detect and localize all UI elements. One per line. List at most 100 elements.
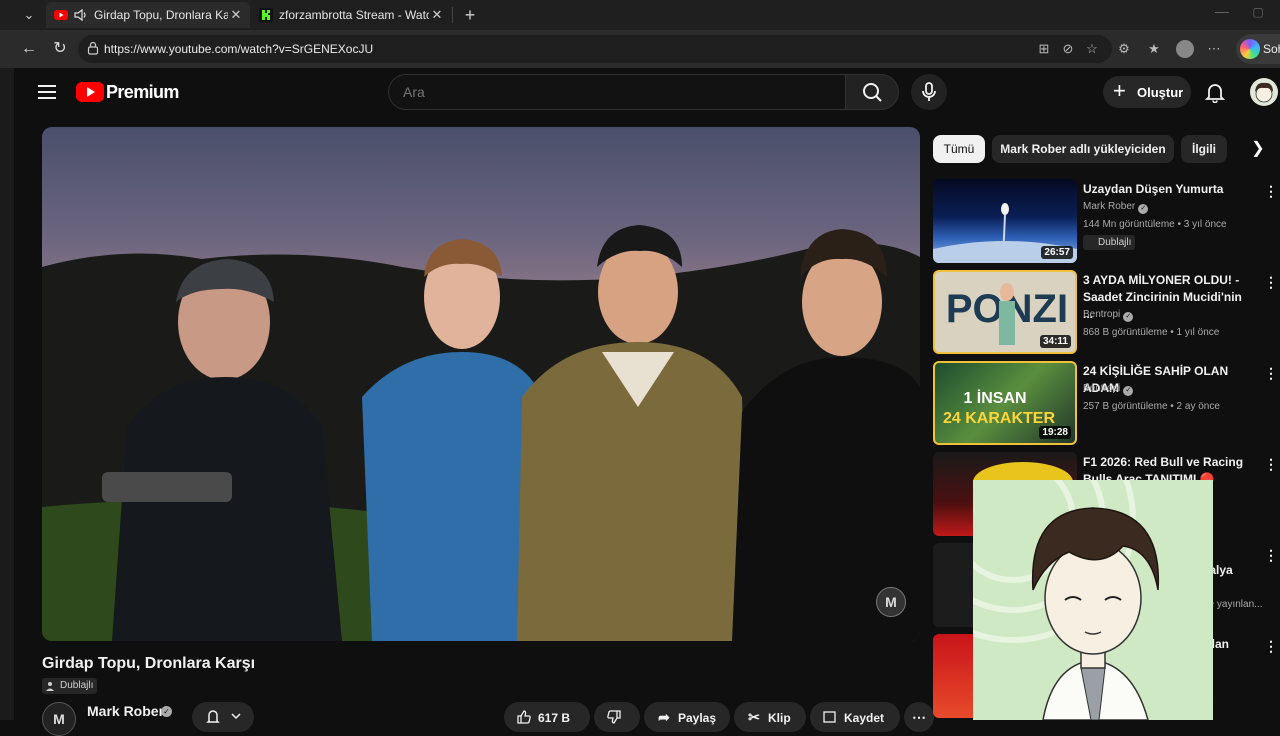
verified-check-icon: ✓: [1123, 386, 1134, 396]
search-input[interactable]: [403, 84, 823, 100]
dubbed-label: Dublajlı: [1098, 237, 1132, 248]
chip-scroll-right-icon[interactable]: ❯: [1248, 139, 1268, 159]
channel-name[interactable]: Mark Rober: [87, 703, 164, 719]
more-menu-icon[interactable]: ⋯: [1206, 41, 1222, 57]
tab-title: Girdap Topu, Dronlara Karşı -: [94, 8, 228, 22]
tracking-prevention-icon[interactable]: ⊘: [1060, 41, 1076, 57]
save-label: Kaydet: [844, 711, 885, 725]
tab-divider: [452, 7, 453, 23]
dubbed-badge: Dublajlı: [42, 678, 98, 694]
masthead: Premium + Oluştur: [14, 68, 1280, 118]
tab-actions-chevron-icon[interactable]: ⌄: [20, 7, 38, 23]
create-button[interactable]: + Oluştur: [1103, 76, 1191, 108]
account-avatar[interactable]: [1250, 78, 1278, 106]
video-thumbnail[interactable]: PONZI 34:11: [933, 270, 1077, 354]
channel-row: M Mark Rober ✓ 617 B ➦ Paylaş ✂ Klip Kay…: [42, 700, 934, 736]
refresh-icon[interactable]: ↻: [51, 40, 69, 58]
tab-close-icon[interactable]: ✕: [429, 7, 445, 23]
lock-icon: [86, 41, 100, 55]
chip-all[interactable]: Tümü: [933, 135, 985, 163]
rec-channel-name: Mark Rober: [1083, 201, 1136, 212]
address-bar: ← ↻ https://www.youtube.com/watch?v=SrGE…: [0, 30, 1280, 68]
channel-watermark-icon[interactable]: M: [876, 587, 906, 617]
more-actions-button[interactable]: ⋯: [904, 702, 934, 732]
chip-related[interactable]: İlgili: [1181, 135, 1227, 163]
video-thumbnail[interactable]: 1 İNSAN 24 KARAKTER 19:28: [933, 361, 1077, 445]
video-player[interactable]: M: [42, 127, 920, 641]
chip-from-uploader[interactable]: Mark Rober adlı yükleyiciden: [992, 135, 1174, 163]
copilot-button[interactable]: Soh: [1236, 34, 1280, 64]
more-vertical-icon[interactable]: ⋮: [1264, 183, 1278, 199]
more-vertical-icon[interactable]: ⋮: [1264, 547, 1278, 563]
maximize-icon[interactable]: ▢: [1251, 5, 1265, 19]
url-text: https://www.youtube.com/watch?v=SrGENEXo…: [104, 42, 374, 56]
extensions-icon[interactable]: ⚙: [1116, 41, 1132, 57]
back-arrow-icon[interactable]: ←: [20, 40, 38, 58]
favorites-list-icon[interactable]: ★: [1146, 41, 1162, 57]
rec-channel[interactable]: Bentropi ✓: [1083, 383, 1134, 396]
url-field[interactable]: https://www.youtube.com/watch?v=SrGENEXo…: [78, 35, 1112, 63]
recommendation-item[interactable]: 1 İNSAN 24 KARAKTER 19:28 24 KİŞİLİĞE SA…: [933, 361, 1278, 447]
more-vertical-icon[interactable]: ⋮: [1264, 365, 1278, 381]
voice-search-button[interactable]: [911, 74, 947, 110]
duration-badge: 26:57: [1041, 246, 1073, 259]
save-button[interactable]: Kaydet: [810, 702, 900, 732]
scissors-icon: ✂: [748, 709, 760, 725]
youtube-favicon-icon: [54, 8, 68, 22]
copilot-label: Soh: [1263, 42, 1280, 56]
thumb-text-1: 1 İNSAN: [963, 389, 1026, 407]
clip-button[interactable]: ✂ Klip: [734, 702, 806, 732]
thumbs-down-icon: [606, 709, 622, 725]
duration-badge: 34:11: [1039, 335, 1071, 348]
favorite-star-icon[interactable]: ☆: [1084, 41, 1100, 57]
plus-icon: +: [1113, 78, 1126, 103]
subscribed-bell-button[interactable]: [192, 702, 254, 732]
minimize-icon[interactable]: —: [1214, 3, 1230, 19]
dubbed-label: Dublajlı: [60, 680, 94, 691]
rec-channel[interactable]: Mark Rober ✓: [1083, 201, 1149, 214]
new-tab-plus-icon[interactable]: +: [460, 5, 480, 25]
search-icon: [863, 83, 882, 102]
more-vertical-icon[interactable]: ⋮: [1264, 638, 1278, 654]
rec-channel-name: Bentropi: [1083, 383, 1121, 394]
menu-hamburger-icon[interactable]: [38, 85, 56, 99]
share-label: Paylaş: [678, 711, 717, 725]
share-button[interactable]: ➦ Paylaş: [644, 702, 730, 732]
recommendation-item[interactable]: PONZI 34:11 3 AYDA MİLYONER OLDU! - Saad…: [933, 270, 1278, 356]
speaker-icon[interactable]: [74, 8, 88, 22]
create-label: Oluştur: [1137, 85, 1184, 100]
clip-label: Klip: [768, 711, 791, 725]
channel-avatar[interactable]: M: [42, 702, 76, 736]
like-count: 617 B: [538, 711, 571, 725]
tab-close-icon[interactable]: ✕: [228, 7, 244, 23]
youtube-page: Premium + Oluştur: [14, 68, 1280, 736]
rec-channel[interactable]: Bentropi ✓: [1083, 309, 1134, 322]
tab-youtube[interactable]: Girdap Topu, Dronlara Karşı - ✕: [46, 2, 250, 28]
thumb-text-2: 24 KARAKTER: [943, 410, 1055, 427]
like-button[interactable]: 617 B: [504, 702, 590, 732]
bell-chevron-icon: [206, 710, 241, 723]
rec-meta: 868 B görüntüleme • 1 yıl önce: [1083, 327, 1220, 338]
search-button[interactable]: [845, 74, 899, 110]
recommendation-item[interactable]: 26:57 Uzaydan Düşen Yumurta Mark Rober ✓ …: [933, 179, 1278, 265]
tab-kick-stream[interactable]: zforzambrotta Stream - Watch Live ✕: [251, 2, 451, 28]
verified-check-icon: ✓: [161, 706, 172, 717]
related-filter-chips: Tümü Mark Rober adlı yükleyiciden İlgili…: [933, 135, 1273, 165]
rec-title[interactable]: Uzaydan Düşen Yumurta: [1083, 181, 1253, 198]
video-thumbnail[interactable]: 26:57: [933, 179, 1077, 263]
profile-avatar-icon[interactable]: [1176, 40, 1194, 58]
app-grid-icon[interactable]: ⊞: [1036, 41, 1052, 57]
microphone-icon: [922, 82, 936, 101]
video-title: Girdap Topu, Dronlara Karşı: [42, 655, 256, 672]
dislike-button[interactable]: [594, 702, 640, 732]
youtube-logo-icon[interactable]: [76, 82, 104, 102]
streamer-avatar-overlay: [973, 480, 1213, 720]
more-vertical-icon[interactable]: ⋮: [1264, 456, 1278, 472]
notifications-bell-icon[interactable]: [1204, 81, 1226, 104]
duration-badge: 19:28: [1039, 426, 1071, 439]
rec-meta: 144 Mn görüntüleme • 3 yıl önce: [1083, 219, 1227, 230]
brand-label[interactable]: Premium: [106, 82, 179, 103]
thumbs-up-icon: [516, 709, 532, 725]
kick-favicon-icon: [259, 8, 273, 22]
more-vertical-icon[interactable]: ⋮: [1264, 274, 1278, 290]
